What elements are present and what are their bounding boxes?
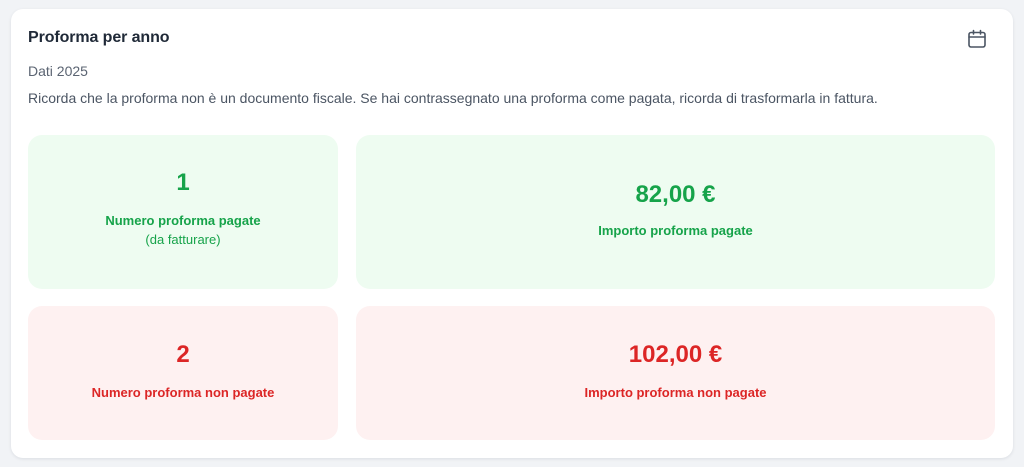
card-title: Proforma per anno [28, 29, 170, 46]
unpaid-amount-tile: 102,00 € Importo proforma non pagate [356, 306, 995, 440]
calendar-icon [968, 29, 986, 48]
paid-amount-tile: 82,00 € Importo proforma pagate [356, 135, 995, 289]
year-label: Dati 2025 [28, 63, 88, 79]
paid-amount-value: 82,00 € [635, 181, 716, 209]
unpaid-count-tile: 2 Numero proforma non pagate [28, 306, 338, 440]
unpaid-amount-label: Importo proforma non pagate [584, 385, 767, 401]
paid-count-value: 1 [176, 168, 190, 196]
unpaid-count-label: Numero proforma non pagate [91, 385, 275, 401]
calendar-button[interactable] [966, 28, 988, 50]
proforma-per-anno-card: Proforma per anno Dati 2025 Ricorda che … [11, 9, 1013, 458]
paid-count-label: Numero proforma pagate [105, 212, 261, 228]
paid-count-sublabel: (da fatturare) [145, 232, 221, 247]
paid-count-tile: 1 Numero proforma pagate (da fatturare) [28, 135, 338, 289]
unpaid-amount-value: 102,00 € [628, 341, 723, 369]
unpaid-count-value: 2 [176, 341, 190, 369]
fiscal-note: Ricorda che la proforma non è un documen… [28, 90, 878, 106]
paid-amount-label: Importo proforma pagate [598, 223, 753, 239]
